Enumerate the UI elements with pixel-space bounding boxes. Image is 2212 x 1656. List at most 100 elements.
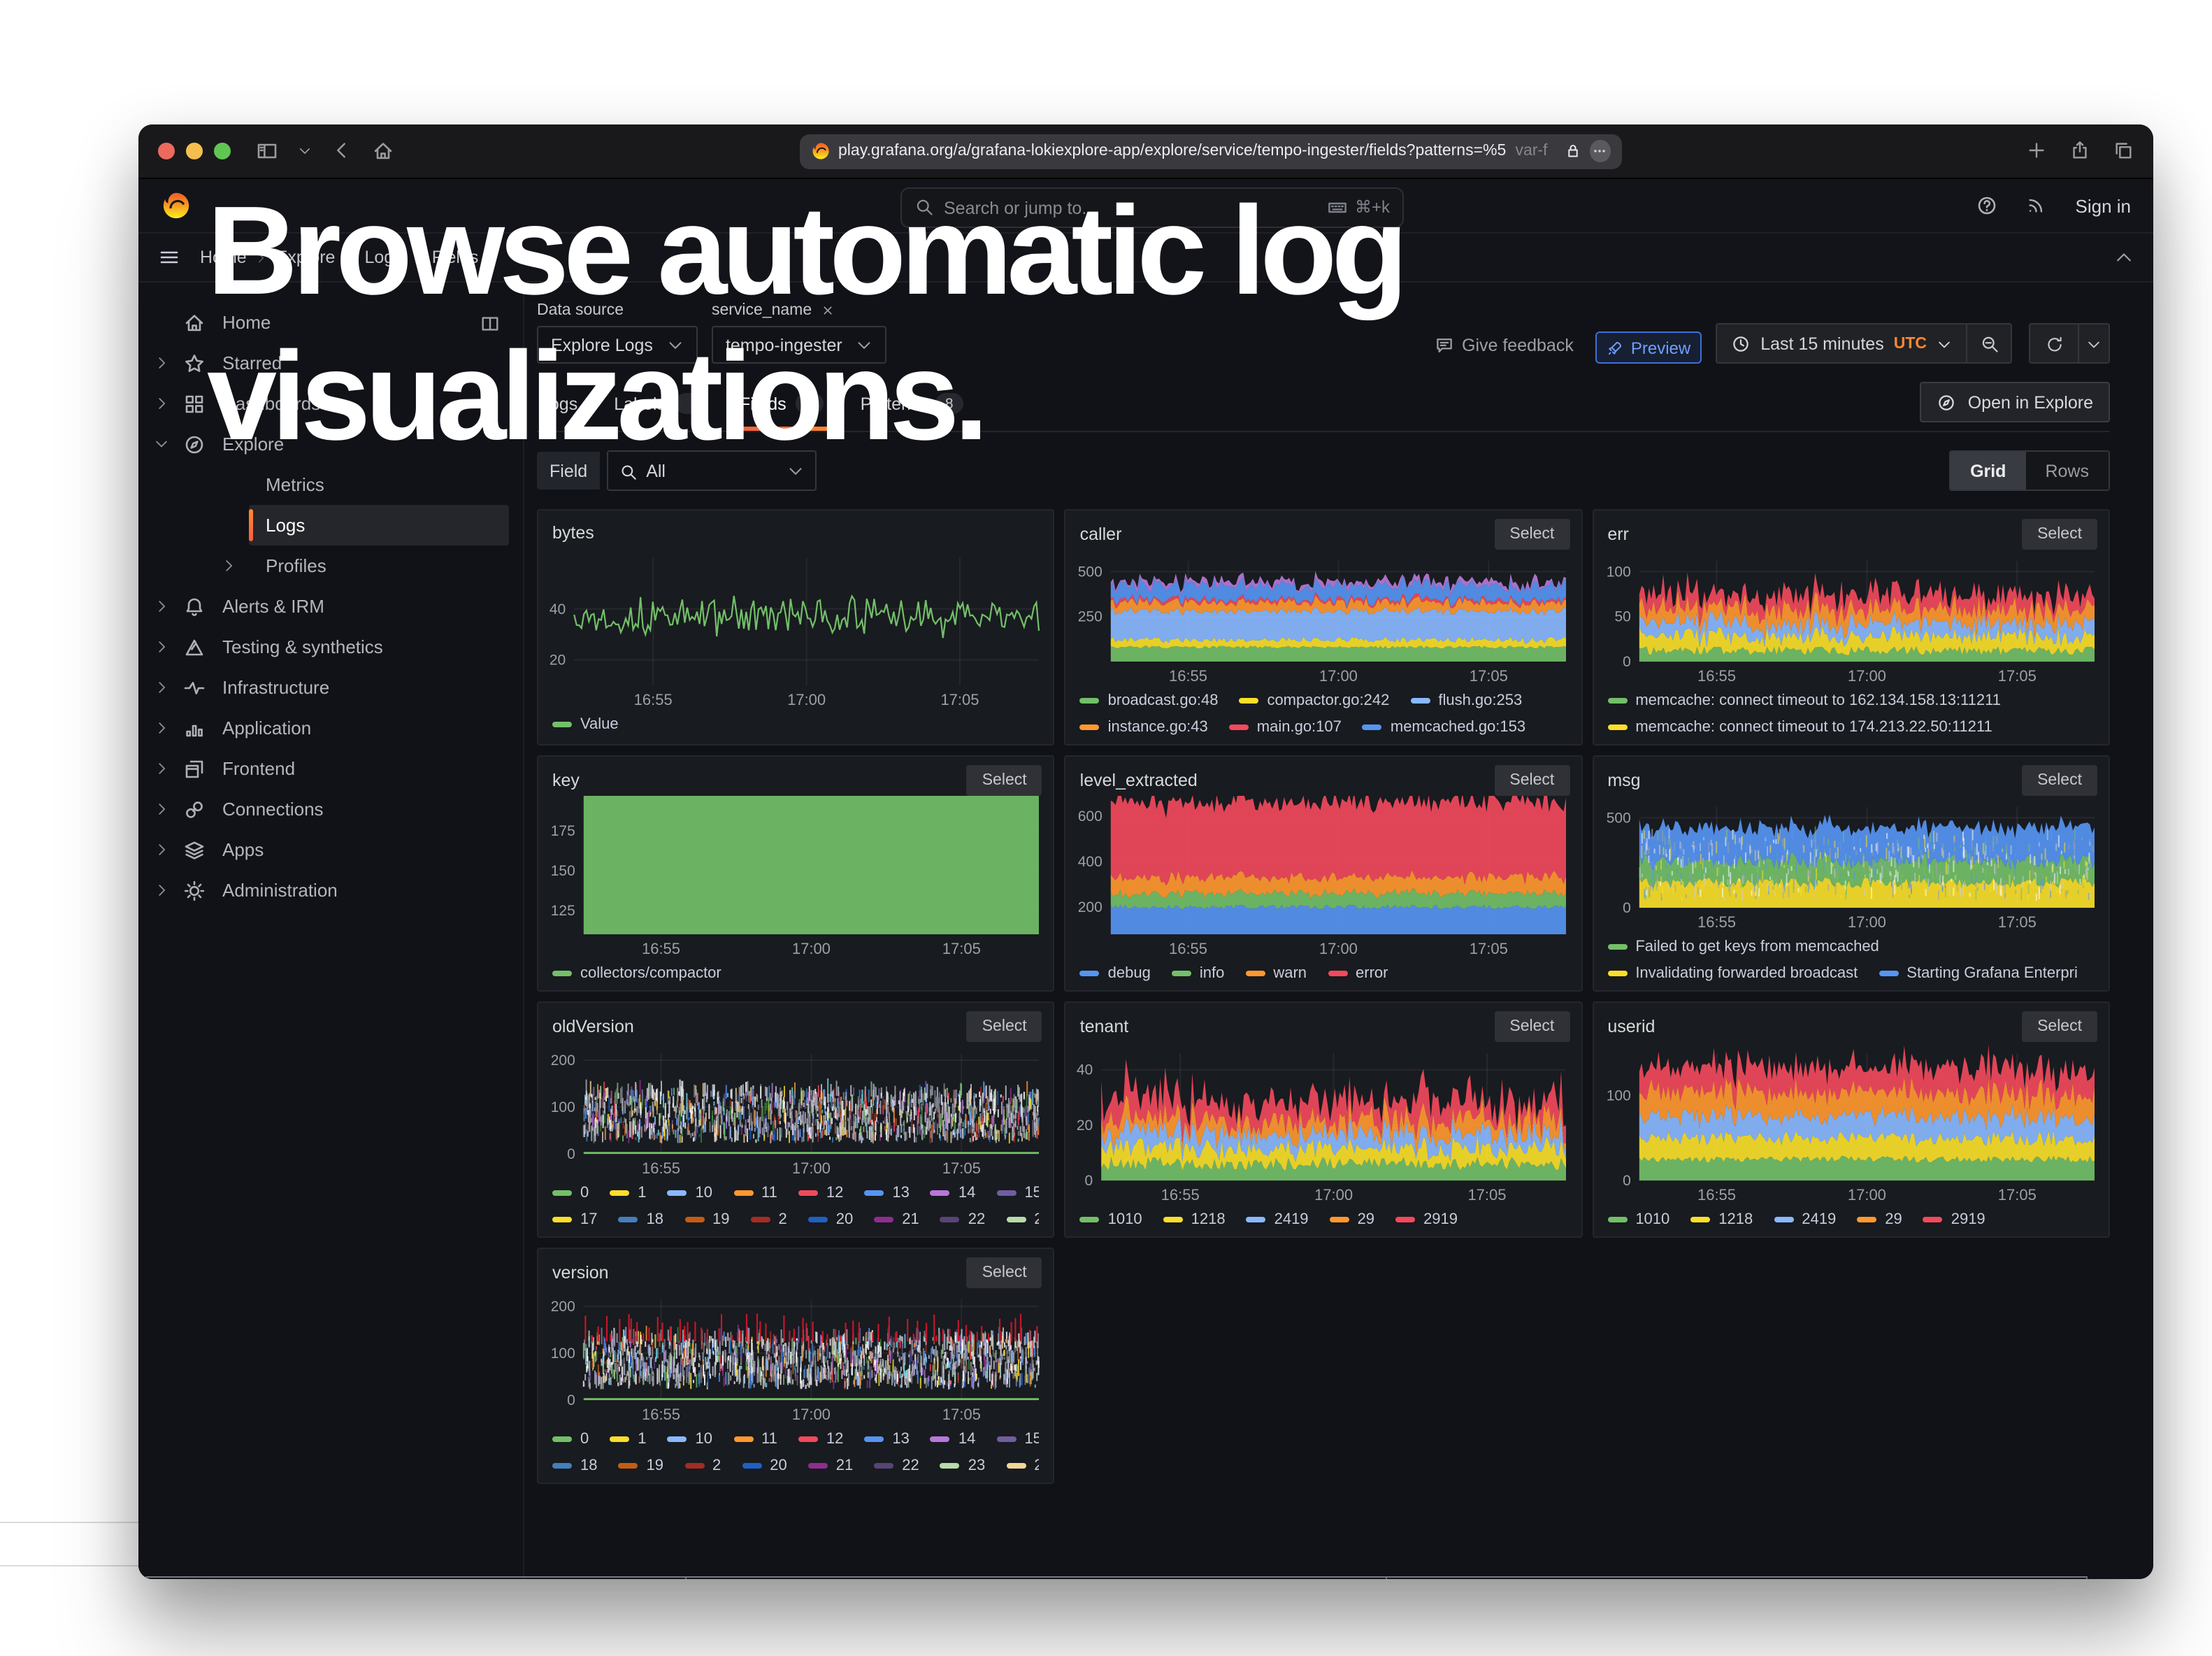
news-icon[interactable]: [2027, 193, 2048, 218]
chart[interactable]: 16:5517:0017:055000: [1593, 796, 2105, 933]
sign-in-link[interactable]: Sign in: [2076, 195, 2132, 216]
chart[interactable]: 16:5517:0017:054020: [538, 547, 1050, 711]
legend-item[interactable]: 12: [798, 1430, 844, 1447]
legend-item[interactable]: 11: [733, 1430, 777, 1447]
legend-item[interactable]: flush.go:253: [1410, 692, 1522, 708]
legend-item[interactable]: 1218: [1690, 1211, 1753, 1227]
legend-item[interactable]: 17: [552, 1211, 598, 1227]
sidebar-item-profiles[interactable]: Profiles: [207, 545, 509, 586]
browser-sidebar-toggle[interactable]: [256, 138, 278, 164]
menu-toggle-icon[interactable]: [158, 245, 180, 270]
legend-item[interactable]: collectors/compactor: [552, 964, 721, 981]
help-icon[interactable]: [1976, 193, 1999, 218]
zoom-out-time-button[interactable]: [1966, 324, 2011, 362]
legend-item[interactable]: info: [1172, 964, 1225, 981]
select-button[interactable]: Select: [1494, 765, 1570, 796]
legend-item[interactable]: 19: [619, 1457, 664, 1473]
legend-item[interactable]: 24: [1006, 1457, 1039, 1473]
legend-item[interactable]: main.go:107: [1229, 718, 1342, 735]
chart[interactable]: 16:5517:0017:052001000: [538, 1288, 1050, 1425]
tab-overview-button[interactable]: [2113, 138, 2134, 164]
legend-item[interactable]: 1010: [1080, 1211, 1142, 1227]
select-button[interactable]: Select: [1494, 1011, 1570, 1042]
legend-item[interactable]: 22: [940, 1211, 986, 1227]
legend-item[interactable]: warn: [1245, 964, 1307, 981]
chart[interactable]: 16:5517:0017:05100500: [1593, 550, 2105, 687]
legend-item[interactable]: 22: [874, 1457, 919, 1473]
chart[interactable]: 16:5517:0017:05600400200: [1066, 796, 1578, 959]
preview-badge[interactable]: Preview: [1596, 331, 1702, 364]
sidebar-item-administration[interactable]: Administration: [138, 870, 523, 911]
sidebar-item-apps[interactable]: Apps: [138, 829, 523, 870]
legend-item[interactable]: 18: [619, 1211, 664, 1227]
select-button[interactable]: Select: [967, 765, 1042, 796]
legend-item[interactable]: memcache: connect timeout to 174.213.22.…: [1607, 718, 1992, 735]
legend-item[interactable]: 2: [751, 1211, 787, 1227]
legend-item[interactable]: 18: [552, 1457, 598, 1473]
chart[interactable]: 16:5517:0017:051000: [1593, 1042, 2105, 1206]
sidebar-item-alerts-irm[interactable]: Alerts & IRM: [138, 586, 523, 627]
new-tab-button[interactable]: [2026, 138, 2047, 164]
legend-item[interactable]: 11: [733, 1184, 777, 1201]
legend-item[interactable]: 1218: [1163, 1211, 1226, 1227]
sidebar-item-logs[interactable]: Logs: [207, 505, 509, 545]
close-window-button[interactable]: [158, 143, 175, 159]
more-options-icon[interactable]: [1589, 140, 1610, 162]
legend-item[interactable]: 1: [610, 1184, 646, 1201]
legend-item[interactable]: 15: [996, 1184, 1039, 1201]
legend-item[interactable]: 13: [864, 1430, 910, 1447]
address-bar[interactable]: play.grafana.org/a/grafana-lokiexplore-a…: [799, 134, 1621, 169]
legend-item[interactable]: 21: [874, 1211, 919, 1227]
zoom-window-button[interactable]: [214, 143, 231, 159]
share-button[interactable]: [2069, 138, 2090, 164]
chart[interactable]: 16:5517:0017:052001000: [538, 1042, 1050, 1179]
browser-home-button[interactable]: [372, 138, 394, 164]
minimize-window-button[interactable]: [186, 143, 203, 159]
select-button[interactable]: Select: [967, 1257, 1042, 1288]
sidebar-item-frontend[interactable]: Frontend: [138, 748, 523, 789]
legend-item[interactable]: 2919: [1395, 1211, 1458, 1227]
legend-item[interactable]: 20: [742, 1457, 787, 1473]
chart[interactable]: 16:5517:0017:05500250: [1066, 550, 1578, 687]
legend-item[interactable]: 21: [808, 1457, 854, 1473]
time-range-button[interactable]: Last 15 minutes UTC: [1717, 324, 1966, 362]
legend-item[interactable]: 1: [610, 1430, 646, 1447]
refresh-interval-button[interactable]: [2078, 324, 2109, 362]
legend-item[interactable]: 29: [1330, 1211, 1375, 1227]
chevron-down-icon[interactable]: [298, 138, 312, 164]
sidebar-item-connections[interactable]: Connections: [138, 789, 523, 829]
legend-item[interactable]: 10: [668, 1430, 713, 1447]
select-button[interactable]: Select: [1494, 519, 1570, 550]
open-in-explore-button[interactable]: Open in Explore: [1920, 382, 2110, 422]
refresh-button[interactable]: [2030, 324, 2078, 362]
legend-item[interactable]: 23: [940, 1457, 986, 1473]
legend-item[interactable]: error: [1328, 964, 1388, 981]
layout-rows-option[interactable]: Rows: [2025, 452, 2109, 490]
legend-item[interactable]: 19: [684, 1211, 730, 1227]
legend-item[interactable]: 20: [808, 1211, 854, 1227]
legend-item[interactable]: memcache: connect timeout to 162.134.158…: [1607, 692, 2001, 708]
legend-item[interactable]: Failed to get keys from memcached: [1607, 938, 1879, 955]
back-button[interactable]: [331, 138, 352, 164]
legend-item[interactable]: 13: [864, 1184, 910, 1201]
chart[interactable]: 16:5517:0017:05175150125: [538, 796, 1050, 959]
legend-item[interactable]: Invalidating forwarded broadcast: [1607, 964, 1858, 981]
legend-item[interactable]: 2: [684, 1457, 721, 1473]
sidebar-item-application[interactable]: Application: [138, 708, 523, 748]
legend-item[interactable]: 15: [996, 1430, 1039, 1447]
legend-item[interactable]: 14: [931, 1184, 976, 1201]
give-feedback-button[interactable]: Give feedback: [1425, 326, 1582, 364]
chevron-up-icon[interactable]: [2114, 245, 2134, 270]
legend-item[interactable]: 14: [931, 1430, 976, 1447]
legend-item[interactable]: Value: [552, 715, 619, 732]
legend-item[interactable]: 0: [552, 1430, 589, 1447]
legend-item[interactable]: 2419: [1774, 1211, 1836, 1227]
legend-item[interactable]: 0: [552, 1184, 589, 1201]
layout-grid-option[interactable]: Grid: [1951, 452, 2025, 490]
legend-item[interactable]: memcached.go:153: [1363, 718, 1525, 735]
legend-item[interactable]: instance.go:43: [1080, 718, 1208, 735]
legend-item[interactable]: 2919: [1923, 1211, 1985, 1227]
legend-item[interactable]: 10: [668, 1184, 713, 1201]
select-button[interactable]: Select: [2022, 765, 2097, 796]
grafana-logo[interactable]: [161, 190, 192, 221]
